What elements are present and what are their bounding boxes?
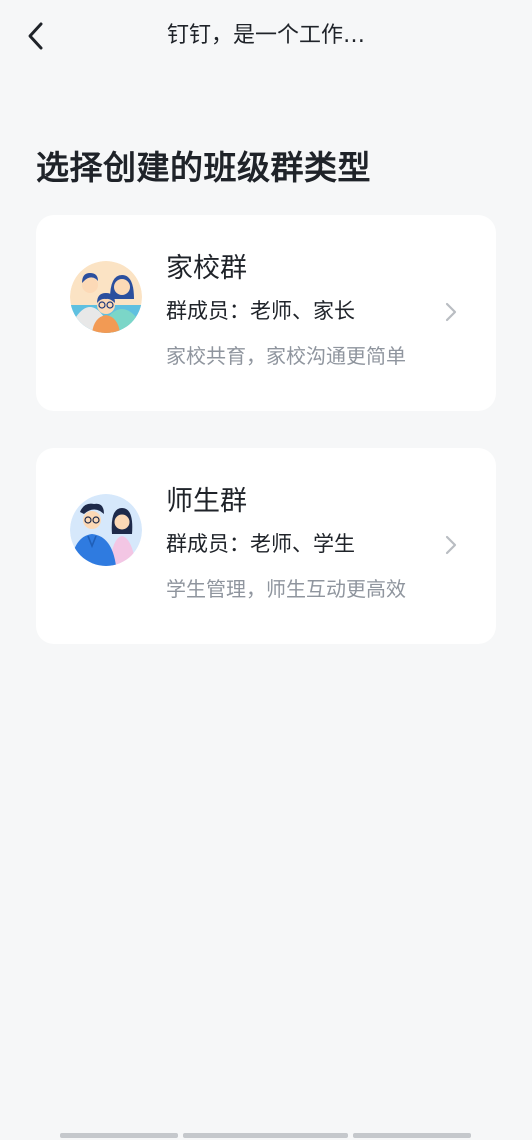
option-title: 家校群 [166, 253, 247, 284]
option-card-teacher-student-group[interactable]: 师生群 群成员：老师、学生 学生管理，师生互动更高效 [36, 448, 496, 644]
home-indicator [60, 1133, 178, 1138]
option-description: 学生管理，师生互动更高效 [166, 577, 406, 601]
option-description: 家校共育，家校沟通更简单 [166, 344, 406, 368]
section-heading: 选择创建的班级群类型 [36, 148, 371, 187]
page-title: 钉钉，是一个工作… [166, 23, 365, 48]
chevron-right-icon [445, 535, 457, 555]
chevron-right-icon [445, 302, 457, 322]
page: 钉钉，是一个工作… 选择创建的班级群类型 家校群 群成员：老师、家长 家校共育，… [0, 0, 532, 1140]
option-members: 群成员：老师、家长 [166, 299, 355, 323]
teacher-student-avatar-icon [70, 494, 142, 566]
top-bar: 钉钉，是一个工作… [0, 0, 532, 74]
family-group-avatar-icon [70, 261, 142, 333]
home-indicator [353, 1133, 471, 1138]
option-title: 师生群 [166, 486, 247, 517]
option-members: 群成员：老师、学生 [166, 532, 355, 556]
home-indicator [183, 1133, 348, 1138]
option-card-family-school-group[interactable]: 家校群 群成员：老师、家长 家校共育，家校沟通更简单 [36, 215, 496, 411]
